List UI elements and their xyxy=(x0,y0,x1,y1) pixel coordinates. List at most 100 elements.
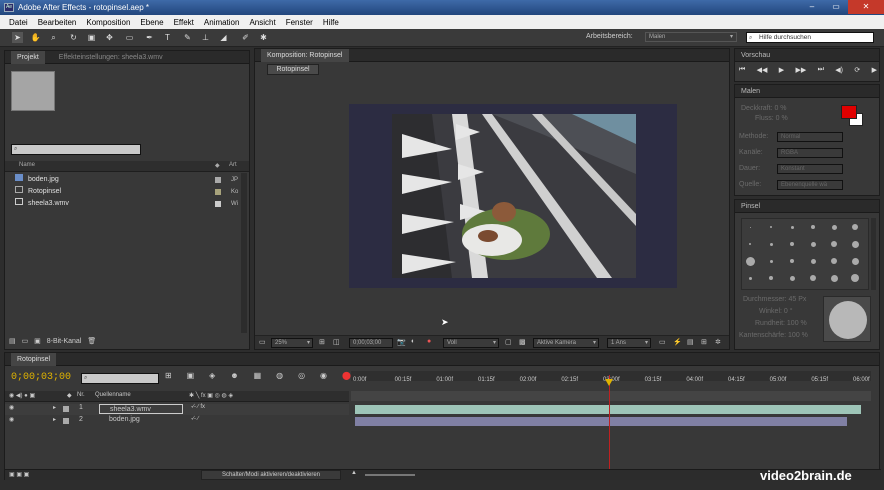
timeline-zoom-slider[interactable] xyxy=(365,474,415,476)
layer-name[interactable]: boden.jpg xyxy=(99,416,140,423)
always-preview-icon[interactable]: ▭ xyxy=(259,338,266,346)
duration-select[interactable]: Konstant xyxy=(777,164,843,174)
layer-bar-sheela3[interactable] xyxy=(355,405,861,414)
menu-komposition[interactable]: Komposition xyxy=(81,18,135,27)
fast-previews-icon[interactable]: ⚡ xyxy=(673,338,682,346)
menu-animation[interactable]: Animation xyxy=(199,18,245,27)
brush-tip[interactable] xyxy=(851,240,859,248)
tab-effect-controls[interactable]: Effekteinstellungen: sheela3.wmv xyxy=(59,54,163,61)
layer-name[interactable]: sheela3.wmv xyxy=(99,404,183,414)
play-icon[interactable]: ▶ xyxy=(779,66,784,74)
eraser-tool-icon[interactable]: ◢ xyxy=(218,32,229,43)
brush-diameter[interactable]: Durchmesser: 45 Px xyxy=(743,296,806,303)
visibility-icon[interactable]: ◉ xyxy=(9,404,14,411)
menu-effekt[interactable]: Effekt xyxy=(169,18,199,27)
brush-tip[interactable] xyxy=(830,274,838,282)
list-item[interactable]: sheela3.wmv Wi xyxy=(15,198,245,210)
pixel-aspect-icon[interactable]: ▭ xyxy=(659,338,666,346)
ram-preview-icon[interactable]: ▶ xyxy=(872,66,877,74)
roto-brush-tool-icon[interactable]: ✐ xyxy=(240,32,251,43)
brush-tip[interactable] xyxy=(851,274,859,282)
pan-behind-tool-icon[interactable]: ✥ xyxy=(104,32,115,43)
current-time-display[interactable]: 0;00;03;00 xyxy=(349,338,393,348)
flowchart-icon[interactable]: ⊞ xyxy=(701,338,707,346)
brush-tool-icon[interactable]: ✎ xyxy=(182,32,193,43)
playhead-line[interactable] xyxy=(609,375,610,471)
menu-hilfe[interactable]: Hilfe xyxy=(318,18,344,27)
zoom-select[interactable]: 25% ▾ xyxy=(271,338,313,348)
column-source-name[interactable]: Quellenname xyxy=(95,392,131,398)
brush-tip[interactable] xyxy=(790,259,794,263)
rotate-tool-icon[interactable]: ↻ xyxy=(68,32,79,43)
minimize-button[interactable]: – xyxy=(800,0,824,14)
composition-subtab[interactable]: Rotopinsel xyxy=(267,64,319,75)
menu-datei[interactable]: Datei xyxy=(4,18,33,27)
list-item[interactable]: boden.jpg JP xyxy=(15,174,245,186)
live-update-icon[interactable]: ▣ xyxy=(187,371,195,380)
brush-angle[interactable]: Winkel: 0 ° xyxy=(759,308,793,315)
motion-blur-icon[interactable]: ◍ xyxy=(276,371,283,380)
list-item[interactable]: Rotopinsel Ko xyxy=(15,186,245,198)
brush-tip[interactable] xyxy=(790,225,794,229)
brush-tip[interactable] xyxy=(810,275,816,281)
table-row[interactable]: ◉ ▸ 2 boden.jpg -∕- ∕ xyxy=(5,416,349,427)
expand-layer-switches-icon[interactable]: ▣ ▣ ▣ xyxy=(9,471,29,478)
brush-tip[interactable] xyxy=(770,226,772,228)
brush-tip[interactable] xyxy=(851,257,859,265)
clone-source-select[interactable]: Ebenenquelle wä xyxy=(777,180,843,190)
view-layout-select[interactable]: 1 Ans ▾ xyxy=(607,338,651,348)
hand-tool-icon[interactable]: ✋ xyxy=(30,32,41,43)
region-of-interest-icon[interactable]: ▢ xyxy=(505,338,512,346)
brush-tip[interactable] xyxy=(769,242,773,246)
zoom-tool-icon[interactable]: ⌕ xyxy=(48,32,59,43)
maximize-button[interactable]: ▭ xyxy=(824,0,848,14)
help-search-field[interactable]: ⌕ Hilfe durchsuchen xyxy=(746,32,874,43)
tab-timeline[interactable]: Rotopinsel xyxy=(11,353,57,366)
time-ruler[interactable]: 0:00f00:15f01:00f01:15f02:00f02:15f03:00… xyxy=(351,377,871,389)
selection-tool-icon[interactable]: ➤ xyxy=(12,32,23,43)
column-name[interactable]: Name xyxy=(19,162,35,168)
brush-tip[interactable] xyxy=(852,224,858,230)
previous-frame-icon[interactable]: ◀◀ xyxy=(757,66,768,74)
brush-tip[interactable] xyxy=(769,259,773,263)
composition-canvas[interactable] xyxy=(349,104,677,288)
new-composition-icon[interactable]: ▣ xyxy=(34,338,41,345)
brush-tip[interactable] xyxy=(749,226,751,228)
last-frame-icon[interactable]: ⏭ xyxy=(818,66,824,74)
column-nr[interactable]: Nr. xyxy=(77,392,85,398)
frame-blending-icon[interactable]: ▦ xyxy=(254,371,262,380)
brush-tip[interactable] xyxy=(749,243,751,245)
rectangle-tool-icon[interactable]: ▭ xyxy=(124,32,135,43)
project-search-input[interactable]: ⌕ xyxy=(11,144,141,155)
brush-tip[interactable] xyxy=(790,242,794,246)
menu-ansicht[interactable]: Ansicht xyxy=(244,18,280,27)
pen-tool-icon[interactable]: ✒ xyxy=(144,32,155,43)
brush-grid-scrollbar[interactable] xyxy=(871,218,876,290)
text-tool-icon[interactable]: T xyxy=(162,32,173,43)
timeline-icon[interactable]: ▤ xyxy=(687,338,694,346)
auto-keyframe-icon[interactable]: ⬤ xyxy=(342,371,351,380)
camera-select[interactable]: Aktive Kamera ▾ xyxy=(533,338,599,348)
expand-arrow-icon[interactable]: ▸ xyxy=(53,416,56,423)
transparency-grid-icon[interactable]: ▩ xyxy=(519,338,526,346)
channels-select[interactable]: RGBA xyxy=(777,148,843,158)
toggle-switches-modes-button[interactable]: Schalter/Modi aktivieren/deaktivieren xyxy=(201,470,341,480)
layer-bar-boden[interactable] xyxy=(355,417,847,426)
clone-stamp-tool-icon[interactable]: ⊥ xyxy=(200,32,211,43)
camera-tool-icon[interactable]: ▣ xyxy=(86,32,97,43)
mode-select[interactable]: Normal xyxy=(777,132,843,142)
tab-projekt[interactable]: Projekt xyxy=(11,51,45,64)
mask-visibility-icon[interactable]: ◫ xyxy=(333,338,340,346)
opacity-value[interactable]: 0 % xyxy=(774,105,786,112)
table-row[interactable]: ◉ ▸ 1 sheela3.wmv -∕- ∕ fx xyxy=(5,404,349,415)
channels-icon[interactable]: ● xyxy=(427,338,431,345)
brush-tip[interactable] xyxy=(831,224,837,230)
first-frame-icon[interactable]: ⏮ xyxy=(739,66,745,74)
brush-tip[interactable] xyxy=(810,258,816,264)
menu-ebene[interactable]: Ebene xyxy=(135,18,168,27)
work-area-bar[interactable] xyxy=(351,391,871,401)
tab-composition[interactable]: Komposition: Rotopinsel xyxy=(261,49,349,62)
trash-icon[interactable]: 🗑 xyxy=(87,338,96,345)
mute-audio-icon[interactable]: ◀) xyxy=(835,66,843,74)
project-scrollbar[interactable] xyxy=(241,173,247,333)
